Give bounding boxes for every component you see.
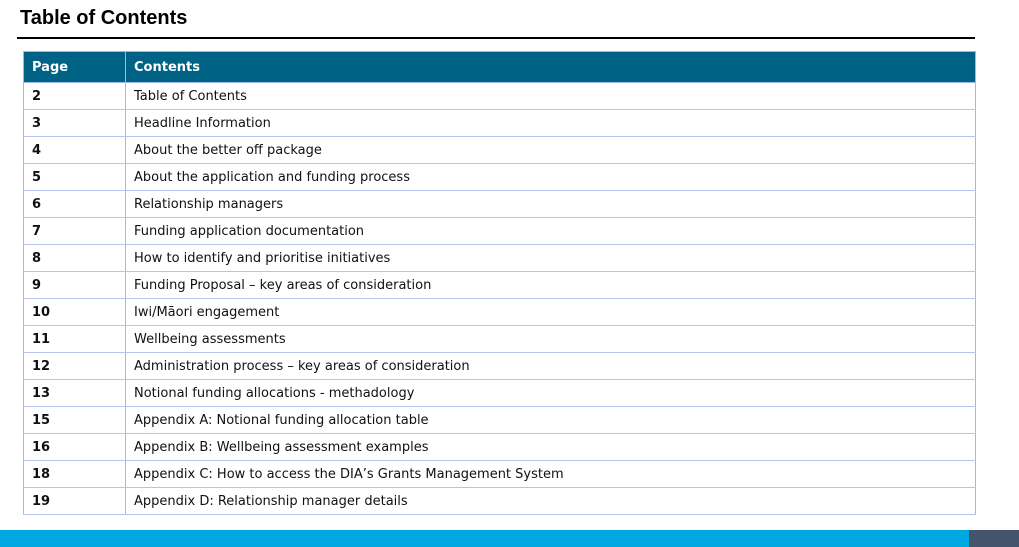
page-number: 5 [23,163,126,191]
page-number: 12 [23,352,126,380]
contents-entry: Notional funding allocations - methadolo… [125,379,976,407]
table-row: 13 Notional funding allocations - methado… [23,379,976,407]
contents-entry: Iwi/Māori engagement [125,298,976,326]
page-number: 19 [23,487,126,515]
page-number: 13 [23,379,126,407]
table-row: 15 Appendix A: Notional funding allocatio… [23,406,976,434]
footer-block [969,530,1019,547]
table-row: 8 How to identify and prioritise initiati… [23,244,976,272]
contents-entry: Appendix C: How to access the DIA’s Gran… [125,460,976,488]
page-number: 9 [23,271,126,299]
header-contents: Contents [125,51,976,83]
contents-entry: About the application and funding proces… [125,163,976,191]
page-number: 18 [23,460,126,488]
table-row: 10 Iwi/Māori engagement [23,298,976,326]
table-row: 6 Relationship managers [23,190,976,218]
contents-entry: Relationship managers [125,190,976,218]
table-row: 16 Appendix B: Wellbeing assessment examp… [23,433,976,461]
contents-entry: Appendix A: Notional funding allocation … [125,406,976,434]
page-number: 8 [23,244,126,272]
page-number: 3 [23,109,126,137]
contents-entry: Appendix D: Relationship manager details [125,487,976,515]
page-number: 6 [23,190,126,218]
contents-entry: How to identify and prioritise initiativ… [125,244,976,272]
page-number: 4 [23,136,126,164]
table-row: 12 Administration process – key areas of … [23,352,976,380]
page-number: 7 [23,217,126,245]
page-title: Table of Contents [20,7,188,29]
table-row: 5 About the application and funding proce… [23,163,976,191]
page-number: 11 [23,325,126,353]
footer-bar [0,530,969,547]
page-number: 15 [23,406,126,434]
table-row: 18 Appendix C: How to access the DIA’s Gr… [23,460,976,488]
table-header-row: Page Contents [23,51,976,83]
page-number: 16 [23,433,126,461]
page-number: 2 [23,82,126,110]
contents-entry: Headline Information [125,109,976,137]
contents-entry: Wellbeing assessments [125,325,976,353]
contents-table: Page Contents 2 Table of Contents 3 Headlin… [23,51,976,515]
table-row: 2 Table of Contents [23,82,976,110]
contents-entry: Funding application documentation [125,217,976,245]
title-divider [17,37,975,39]
contents-entry: Funding Proposal – key areas of consider… [125,271,976,299]
header-page: Page [23,51,126,83]
contents-entry: Table of Contents [125,82,976,110]
table-row: 7 Funding application documentation [23,217,976,245]
table-row: 9 Funding Proposal – key areas of conside… [23,271,976,299]
table-row: 4 About the better off package [23,136,976,164]
contents-entry: Administration process – key areas of co… [125,352,976,380]
contents-entry: Appendix B: Wellbeing assessment example… [125,433,976,461]
table-row: 3 Headline Information [23,109,976,137]
table-row: 19 Appendix D: Relationship manager detai… [23,487,976,515]
contents-entry: About the better off package [125,136,976,164]
table-row: 11 Wellbeing assessments [23,325,976,353]
page-number: 10 [23,298,126,326]
